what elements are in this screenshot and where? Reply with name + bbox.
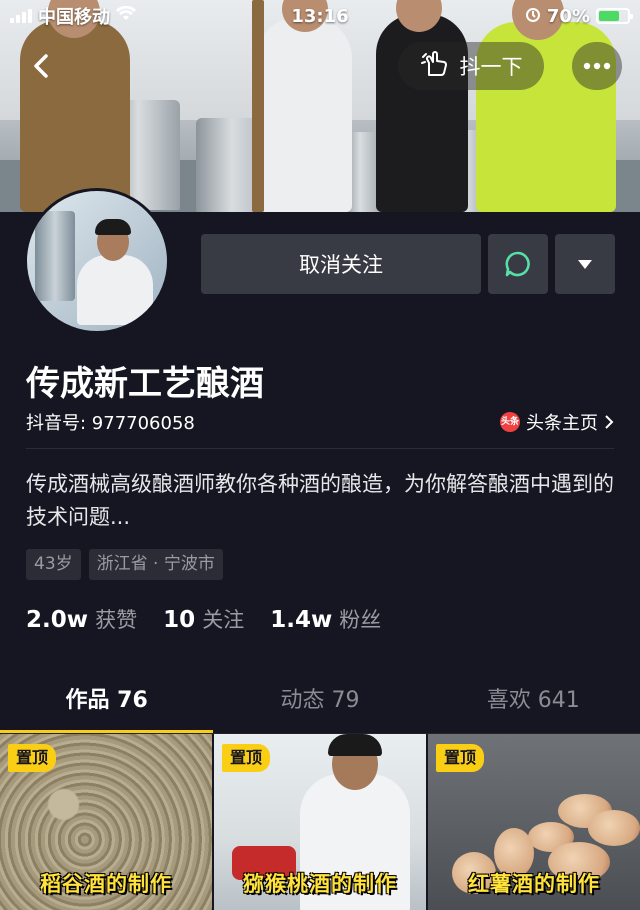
divider <box>26 448 614 449</box>
following-count: 10 <box>163 607 196 633</box>
video-thumbnail[interactable]: 置顶 猕猴桃酒的制作 <box>214 734 426 910</box>
chevron-left-icon <box>34 54 48 78</box>
more-dots-icon <box>583 62 611 70</box>
chat-button[interactable] <box>488 234 548 294</box>
hand-shake-icon <box>420 49 450 84</box>
sweet-potato-slice <box>588 810 640 846</box>
video-caption: 猕猴桃酒的制作 <box>243 871 397 896</box>
video-caption: 稻谷酒的制作 <box>40 871 172 896</box>
following-stat[interactable]: 10 关注 <box>163 604 244 634</box>
profile-stats: 2.0w 获赞 10 关注 1.4w 粉丝 <box>26 604 381 634</box>
toutiao-logo-icon: 头条 <box>500 412 520 432</box>
content-tabs: 作品 76 动态 79 喜欢 641 <box>0 672 640 734</box>
avatar[interactable] <box>24 188 170 334</box>
bio: 传成酒械高级酿酒师教你各种酒的酿造，为你解答酿酒中遇到的技术问题... <box>26 472 614 529</box>
avatar-tank <box>35 211 75 301</box>
chevron-right-icon <box>605 415 614 429</box>
status-right: 70% <box>525 5 633 27</box>
pinned-badge: 置顶 <box>222 744 271 772</box>
video-thumbnail[interactable]: 置顶 红薯酒的制作 <box>428 734 640 910</box>
alarm-icon <box>525 6 541 27</box>
battery-percent: 70% <box>546 5 590 27</box>
location-tag: 浙江省 · 宁波市 <box>88 549 223 580</box>
followers-count: 1.4w <box>270 607 333 633</box>
tab-activity[interactable]: 动态 79 <box>213 672 426 733</box>
toutiao-homepage-link[interactable]: 头条 头条主页 <box>500 409 614 435</box>
back-button[interactable] <box>22 46 62 86</box>
shake-label: 抖一下 <box>459 55 523 79</box>
video-grid: 置顶 稻谷酒的制作 置顶 猕猴桃酒的制作 置顶 红薯酒的制作 <box>0 734 640 910</box>
battery-icon <box>596 8 633 24</box>
nickname: 传成新工艺酿酒 <box>26 364 264 404</box>
more-button[interactable] <box>572 42 622 90</box>
chat-bubble-icon <box>505 251 530 277</box>
pinned-badge: 置顶 <box>436 744 485 772</box>
video-caption: 红薯酒的制作 <box>468 871 600 896</box>
status-bar: 中国移动 13:16 70% <box>0 0 640 32</box>
unfollow-button[interactable]: 取消关注 <box>201 234 481 294</box>
followers-label: 粉丝 <box>339 608 382 632</box>
thumb-person-hair <box>328 734 382 756</box>
followers-stat[interactable]: 1.4w 粉丝 <box>270 604 381 634</box>
avatar-hair <box>95 219 131 235</box>
battery-fill <box>599 11 619 21</box>
profile-tags: 43岁 浙江省 · 宁波市 <box>26 549 223 580</box>
toutiao-label: 头条主页 <box>526 413 598 434</box>
tab-likes[interactable]: 喜欢 641 <box>427 672 640 733</box>
video-thumbnail[interactable]: 置顶 稻谷酒的制作 <box>0 734 212 910</box>
likes-stat[interactable]: 2.0w 获赞 <box>26 604 137 634</box>
shake-button[interactable]: 抖一下 <box>398 42 544 90</box>
avatar-body <box>77 255 153 325</box>
likes-count: 2.0w <box>26 607 88 633</box>
douyin-id: 抖音号: 977706058 <box>26 413 195 434</box>
likes-label: 获赞 <box>95 608 138 632</box>
cover-person <box>256 18 352 212</box>
following-label: 关注 <box>202 608 245 632</box>
triangle-down-icon <box>578 259 592 269</box>
dropdown-button[interactable] <box>555 234 615 294</box>
pinned-badge: 置顶 <box>8 744 57 772</box>
tab-works[interactable]: 作品 76 <box>0 672 214 733</box>
age-tag: 43岁 <box>26 549 81 580</box>
